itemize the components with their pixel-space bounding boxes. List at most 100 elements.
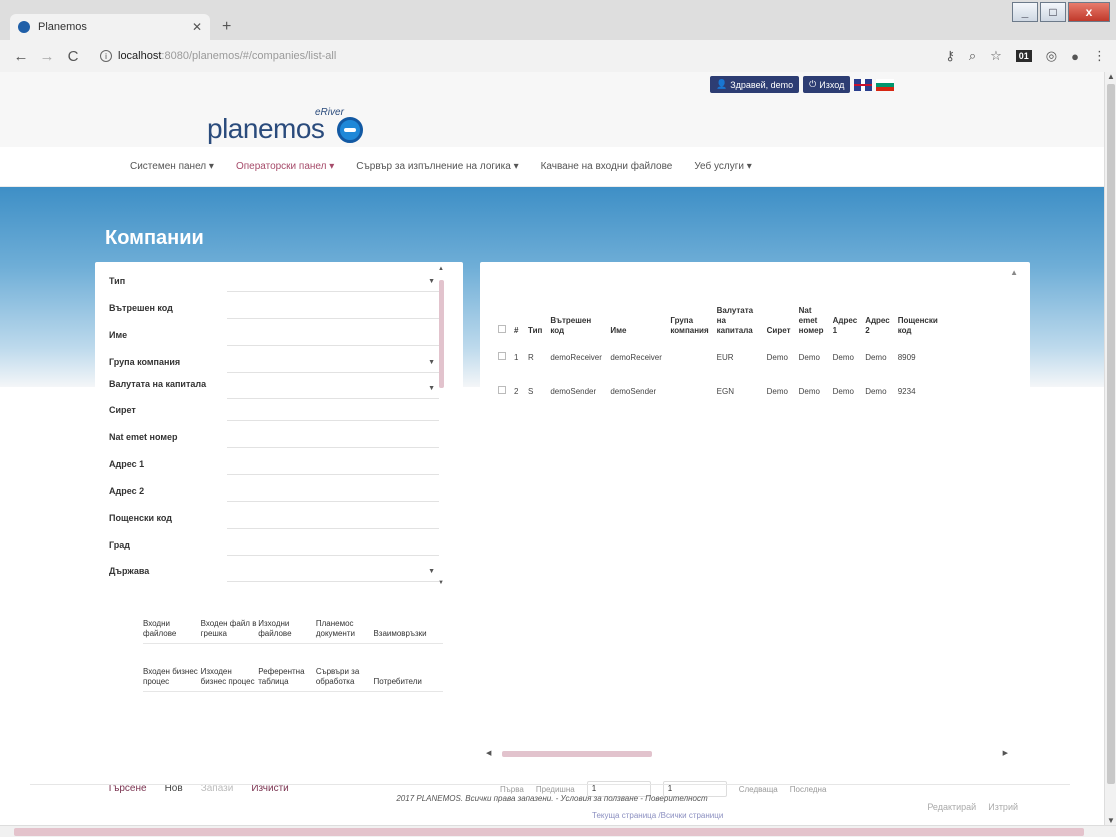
link-users[interactable]: Потребители (373, 677, 443, 687)
page-vscrollbar[interactable]: ▲ ▼ (1104, 72, 1116, 825)
filter-scrollbar[interactable]: ▲ ▼ (438, 266, 445, 586)
link-input-files[interactable]: Входни файлове (143, 619, 201, 639)
nav-logic-server[interactable]: Сървър за изпълнение на логика ▾ (356, 161, 518, 172)
cell: demoReceiver (550, 352, 602, 362)
edit-button[interactable]: Редактирай (927, 802, 976, 812)
field-label: Град (109, 540, 130, 550)
country-select[interactable]: ▼ (227, 566, 439, 582)
chevron-down-icon: ▼ (428, 359, 435, 366)
browser-chrome: Planemos ✕ + _ □ x ← → C i localhost :80… (0, 0, 1116, 72)
delete-button[interactable]: Изтрий (988, 802, 1018, 812)
col-header[interactable]: Nat emet номер (795, 304, 829, 340)
screenshot-icon[interactable]: ◎ (1046, 48, 1057, 64)
internal-code-input[interactable] (227, 303, 439, 319)
collapse-icon[interactable]: ▲ (1010, 268, 1018, 277)
scroll-down-icon[interactable]: ▼ (1107, 816, 1115, 825)
col-header[interactable]: # (510, 304, 524, 340)
link-relations[interactable]: Взаимовръзки (373, 629, 443, 639)
user-greeting-button[interactable]: 👤 Здравей, demo (710, 76, 800, 93)
logout-button[interactable]: ⏻ Изход (803, 76, 851, 93)
name-input[interactable] (227, 330, 439, 346)
close-tab-icon[interactable]: ✕ (192, 20, 202, 34)
menu-icon[interactable]: ⋮ (1093, 48, 1106, 64)
scroll-thumb[interactable] (14, 828, 1084, 836)
cell: 8909 (897, 352, 916, 362)
prev-page-link[interactable]: Предишна (536, 785, 575, 794)
table-row[interactable]: 2 S demoSender demoSender EGN Demo Demo … (494, 374, 944, 408)
link-planemos-docs[interactable]: Планемос документи (316, 619, 374, 639)
select-all-checkbox[interactable] (494, 304, 510, 340)
uk-flag-icon[interactable] (854, 78, 873, 91)
col-header[interactable]: Вътрешен код (546, 304, 606, 340)
url-host: localhost (118, 50, 162, 62)
col-header[interactable]: Адрес 1 (829, 304, 862, 340)
scroll-left-icon[interactable]: ◀ (486, 749, 491, 757)
scroll-down-icon[interactable]: ▼ (438, 580, 444, 586)
nav-operator-panel[interactable]: Операторски панел ▾ (236, 161, 334, 172)
next-page-link[interactable]: Следваща (739, 785, 778, 794)
company-group-select[interactable]: ▼ (227, 357, 439, 373)
back-arrow-icon[interactable]: ← (10, 48, 32, 65)
type-select[interactable]: ▼ (227, 276, 439, 292)
links-row: Входен бизнес процес Изходен бизнес проц… (143, 644, 443, 692)
field-label: Име (109, 330, 128, 340)
nat-emet-input[interactable] (227, 432, 439, 448)
city-input[interactable] (227, 540, 439, 556)
link-input-business-process[interactable]: Входен бизнес процес (143, 667, 201, 687)
page-hscrollbar[interactable] (0, 825, 1116, 837)
scroll-up-icon[interactable]: ▲ (438, 266, 444, 272)
row-checkbox[interactable] (494, 340, 510, 374)
browser-toolbar: ← → C i localhost :8080/planemos/#/compa… (0, 40, 1116, 72)
bg-flag-icon[interactable] (876, 78, 895, 91)
row-checkbox[interactable] (494, 374, 510, 408)
table-hscrollbar[interactable]: ◀ ▶ (486, 749, 1022, 759)
siret-input[interactable] (227, 405, 439, 421)
col-header[interactable]: Сирет (763, 304, 795, 340)
bookmark-star-icon[interactable]: ☆ (990, 48, 1002, 64)
scroll-right-icon[interactable]: ▶ (1003, 749, 1008, 757)
maximize-button[interactable]: □ (1040, 2, 1066, 22)
postal-code-input[interactable] (227, 513, 439, 529)
key-icon[interactable]: ⚷ (945, 48, 955, 64)
col-header[interactable]: Валутата на капитала (713, 304, 763, 340)
address-bar[interactable]: i localhost :8080/planemos/#/companies/l… (92, 44, 892, 68)
scroll-thumb[interactable] (502, 751, 652, 757)
site-info-icon[interactable]: i (100, 50, 112, 62)
first-page-link[interactable]: Първа (500, 785, 524, 794)
field-label: Nat emet номер (109, 432, 178, 442)
address-1-input[interactable] (227, 459, 439, 475)
last-page-link[interactable]: Последна (790, 785, 827, 794)
address-2-input[interactable] (227, 486, 439, 502)
col-header[interactable]: Пощенски код (894, 304, 944, 340)
nav-system-panel[interactable]: Системен панел ▾ (130, 161, 214, 172)
nav-upload-files[interactable]: Качване на входни файлове (541, 161, 673, 172)
close-window-button[interactable]: x (1068, 2, 1110, 22)
scroll-thumb[interactable] (439, 280, 444, 388)
link-processing-servers[interactable]: Сървъри за обработка (316, 667, 374, 687)
nav-web-services[interactable]: Уеб услуги ▾ (694, 161, 751, 172)
link-input-file-error[interactable]: Входен файл в грешка (201, 619, 259, 639)
forward-arrow-icon[interactable]: → (36, 48, 58, 65)
reload-icon[interactable]: C (62, 48, 84, 65)
extension-icon[interactable]: 01 (1015, 50, 1032, 62)
col-header[interactable]: Тип (524, 304, 546, 340)
link-output-business-process[interactable]: Изходен бизнес процес (201, 667, 259, 687)
col-header[interactable]: Група компания (666, 304, 712, 340)
field-label: Пощенски код (109, 513, 173, 523)
browser-tab[interactable]: Planemos ✕ (10, 14, 210, 40)
profile-icon[interactable]: ● (1071, 49, 1079, 64)
col-header[interactable]: Адрес 2 (861, 304, 894, 340)
new-tab-icon[interactable]: + (222, 18, 231, 36)
planemos-logo[interactable]: eRiver planemos (207, 105, 367, 145)
zoom-icon[interactable]: ⌕ (969, 48, 976, 64)
link-output-files[interactable]: Изходни файлове (258, 619, 316, 639)
capital-currency-select[interactable]: ▼ (227, 383, 439, 399)
scroll-up-icon[interactable]: ▲ (1107, 72, 1115, 81)
browser-tools: ⚷ ⌕ ☆ 01 ◎ ● ⋮ (945, 48, 1106, 64)
col-header[interactable]: Име (606, 304, 666, 340)
link-reference-table[interactable]: Референтна таблица (258, 667, 316, 687)
scroll-thumb[interactable] (1107, 84, 1115, 784)
cell: EGN (716, 386, 734, 396)
minimize-button[interactable]: _ (1012, 2, 1038, 22)
table-row[interactable]: 1 R demoReceiver demoReceiver EUR Demo D… (494, 340, 944, 374)
